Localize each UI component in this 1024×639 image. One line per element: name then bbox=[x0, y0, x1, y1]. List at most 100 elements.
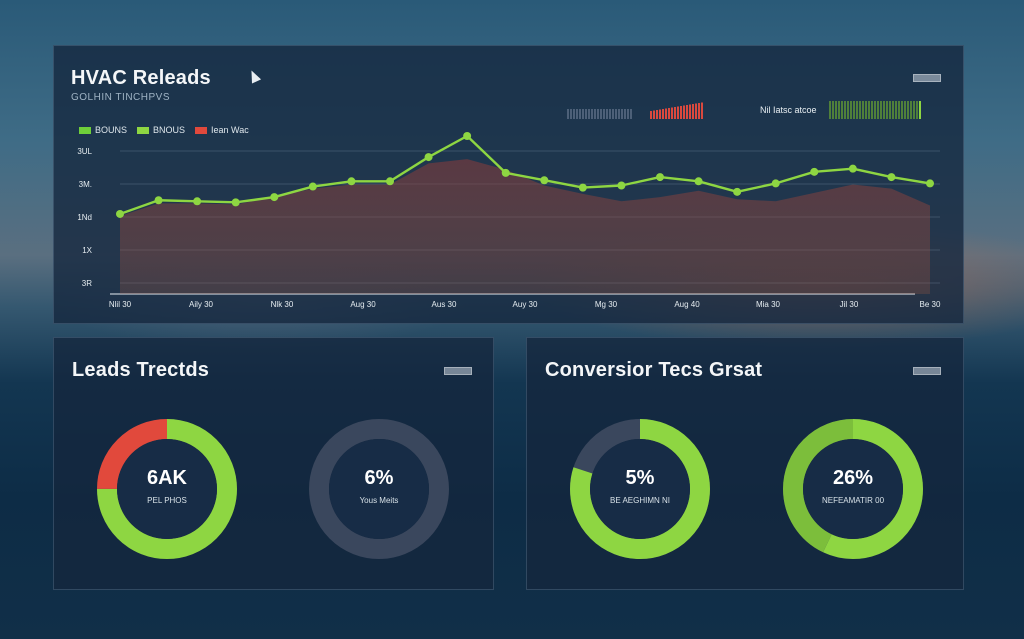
data-point bbox=[193, 197, 202, 206]
mini-bar bbox=[612, 109, 614, 119]
mini-bar bbox=[627, 109, 629, 119]
mini-bar bbox=[901, 101, 903, 119]
mini-bar bbox=[579, 109, 581, 119]
mini-bar bbox=[850, 101, 852, 119]
mini-bar bbox=[591, 109, 593, 119]
mini-bar bbox=[653, 110, 655, 119]
mini-bar bbox=[868, 101, 870, 119]
main-chart-panel: HVAC Releads GOLHIN TINCHPVS BOUNS BNOUS… bbox=[53, 45, 964, 324]
mini-bar bbox=[913, 101, 915, 119]
mini-bar-strip-gray bbox=[567, 109, 632, 119]
data-point bbox=[347, 177, 356, 186]
mini-bar bbox=[889, 101, 891, 119]
data-point bbox=[231, 198, 240, 207]
donut-value: 6% bbox=[364, 467, 394, 489]
y-tick-label: 1Nd bbox=[77, 213, 92, 222]
mini-bar-strip-green bbox=[829, 101, 921, 119]
donut-value: 26% bbox=[832, 467, 874, 489]
mini-bar bbox=[853, 101, 855, 119]
data-point bbox=[694, 177, 703, 186]
mini-bar bbox=[838, 101, 840, 119]
mini-bar bbox=[650, 111, 652, 119]
donut-chart: 6% Yous Meits bbox=[307, 417, 451, 561]
mini-bar bbox=[656, 110, 658, 119]
data-point bbox=[270, 193, 279, 202]
donut-caption: NEFEAMATIR 00 bbox=[821, 496, 885, 505]
x-tick-label: Aug 30 bbox=[350, 300, 376, 309]
mini-bar bbox=[567, 109, 569, 119]
donut-caption: Yous Meits bbox=[359, 496, 399, 505]
y-tick-label: 3M. bbox=[79, 180, 92, 189]
x-tick-label: Nlil 30 bbox=[109, 300, 132, 309]
mini-bar bbox=[865, 101, 867, 119]
mini-bar bbox=[886, 101, 888, 119]
x-tick-label: Mia 30 bbox=[756, 300, 781, 309]
mini-bar bbox=[618, 109, 620, 119]
mini-bar bbox=[832, 101, 834, 119]
mini-bar bbox=[677, 106, 679, 119]
mini-bar bbox=[668, 108, 670, 119]
mini-bar bbox=[609, 109, 611, 119]
panel-title: Leads Trectds bbox=[72, 359, 210, 381]
mini-bar bbox=[606, 109, 608, 119]
x-tick-label: Be 30 bbox=[920, 300, 941, 309]
data-point bbox=[887, 173, 896, 182]
mini-bar bbox=[630, 109, 632, 119]
mini-bar bbox=[603, 109, 605, 119]
mini-bar bbox=[880, 101, 882, 119]
x-tick-label: Mg 30 bbox=[595, 300, 618, 309]
mini-bar bbox=[689, 104, 691, 119]
mini-bar bbox=[585, 109, 587, 119]
mini-bar bbox=[892, 101, 894, 119]
panel-subtitle: GOLHIN TINCHPVS bbox=[71, 92, 170, 103]
area-series bbox=[120, 159, 930, 294]
data-point bbox=[926, 179, 934, 188]
menu-icon[interactable] bbox=[444, 367, 472, 375]
mini-bar bbox=[895, 101, 897, 119]
menu-icon[interactable] bbox=[913, 367, 941, 375]
mini-bar bbox=[883, 101, 885, 119]
mini-bar bbox=[844, 101, 846, 119]
mini-bar bbox=[576, 109, 578, 119]
line-chart: 3R 1X 1Nd 3M. 3UL Nlil 30 Aily 30 Nlk 30 Aug 30 A… bbox=[77, 132, 941, 309]
data-point bbox=[501, 168, 510, 177]
mini-bar bbox=[582, 109, 584, 119]
data-point bbox=[578, 183, 587, 192]
x-tick-label: Nlk 30 bbox=[271, 300, 294, 309]
mini-bar bbox=[662, 109, 664, 119]
mini-bar bbox=[874, 101, 876, 119]
mini-bar bbox=[600, 109, 602, 119]
data-point bbox=[154, 196, 163, 205]
donut-caption: PEL PHOS bbox=[147, 496, 187, 505]
data-point bbox=[386, 177, 394, 186]
data-point bbox=[733, 187, 742, 196]
mini-bar bbox=[624, 109, 626, 119]
donut-value: 6AK bbox=[146, 467, 187, 489]
conversion-panel: Conversior Tecs Grsat 5% BE AEGHIMN NI 2… bbox=[526, 337, 964, 590]
data-point bbox=[848, 164, 857, 173]
mini-bar bbox=[671, 107, 673, 119]
mini-bar bbox=[695, 103, 697, 119]
mini-bar bbox=[859, 101, 861, 119]
mini-bar bbox=[919, 101, 921, 119]
mini-bar bbox=[898, 101, 900, 119]
data-point bbox=[424, 153, 433, 162]
mini-bar bbox=[659, 109, 661, 119]
x-tick-label: Auy 30 bbox=[513, 300, 538, 309]
donut-chart: 26% NEFEAMATIR 00 bbox=[781, 417, 925, 561]
mini-bar bbox=[698, 103, 700, 119]
x-tick-label: Aug 40 bbox=[674, 300, 700, 309]
mini-bar bbox=[829, 101, 831, 119]
data-point bbox=[771, 179, 780, 188]
mini-bar bbox=[835, 101, 837, 119]
leads-panel: Leads Trectds 6AK PEL PHOS 6% Yous Meits bbox=[53, 337, 494, 590]
mini-bar bbox=[907, 101, 909, 119]
donut-value: 5% bbox=[625, 467, 655, 489]
menu-icon[interactable] bbox=[913, 74, 941, 82]
mini-stat-label: Nil Iatsc atcoe bbox=[760, 105, 817, 115]
mini-bar bbox=[570, 109, 572, 119]
x-tick-label: Jil 30 bbox=[840, 300, 859, 309]
mini-bar-strip-red bbox=[650, 102, 703, 119]
data-point bbox=[540, 176, 549, 185]
x-tick-label: Aily 30 bbox=[189, 300, 214, 309]
